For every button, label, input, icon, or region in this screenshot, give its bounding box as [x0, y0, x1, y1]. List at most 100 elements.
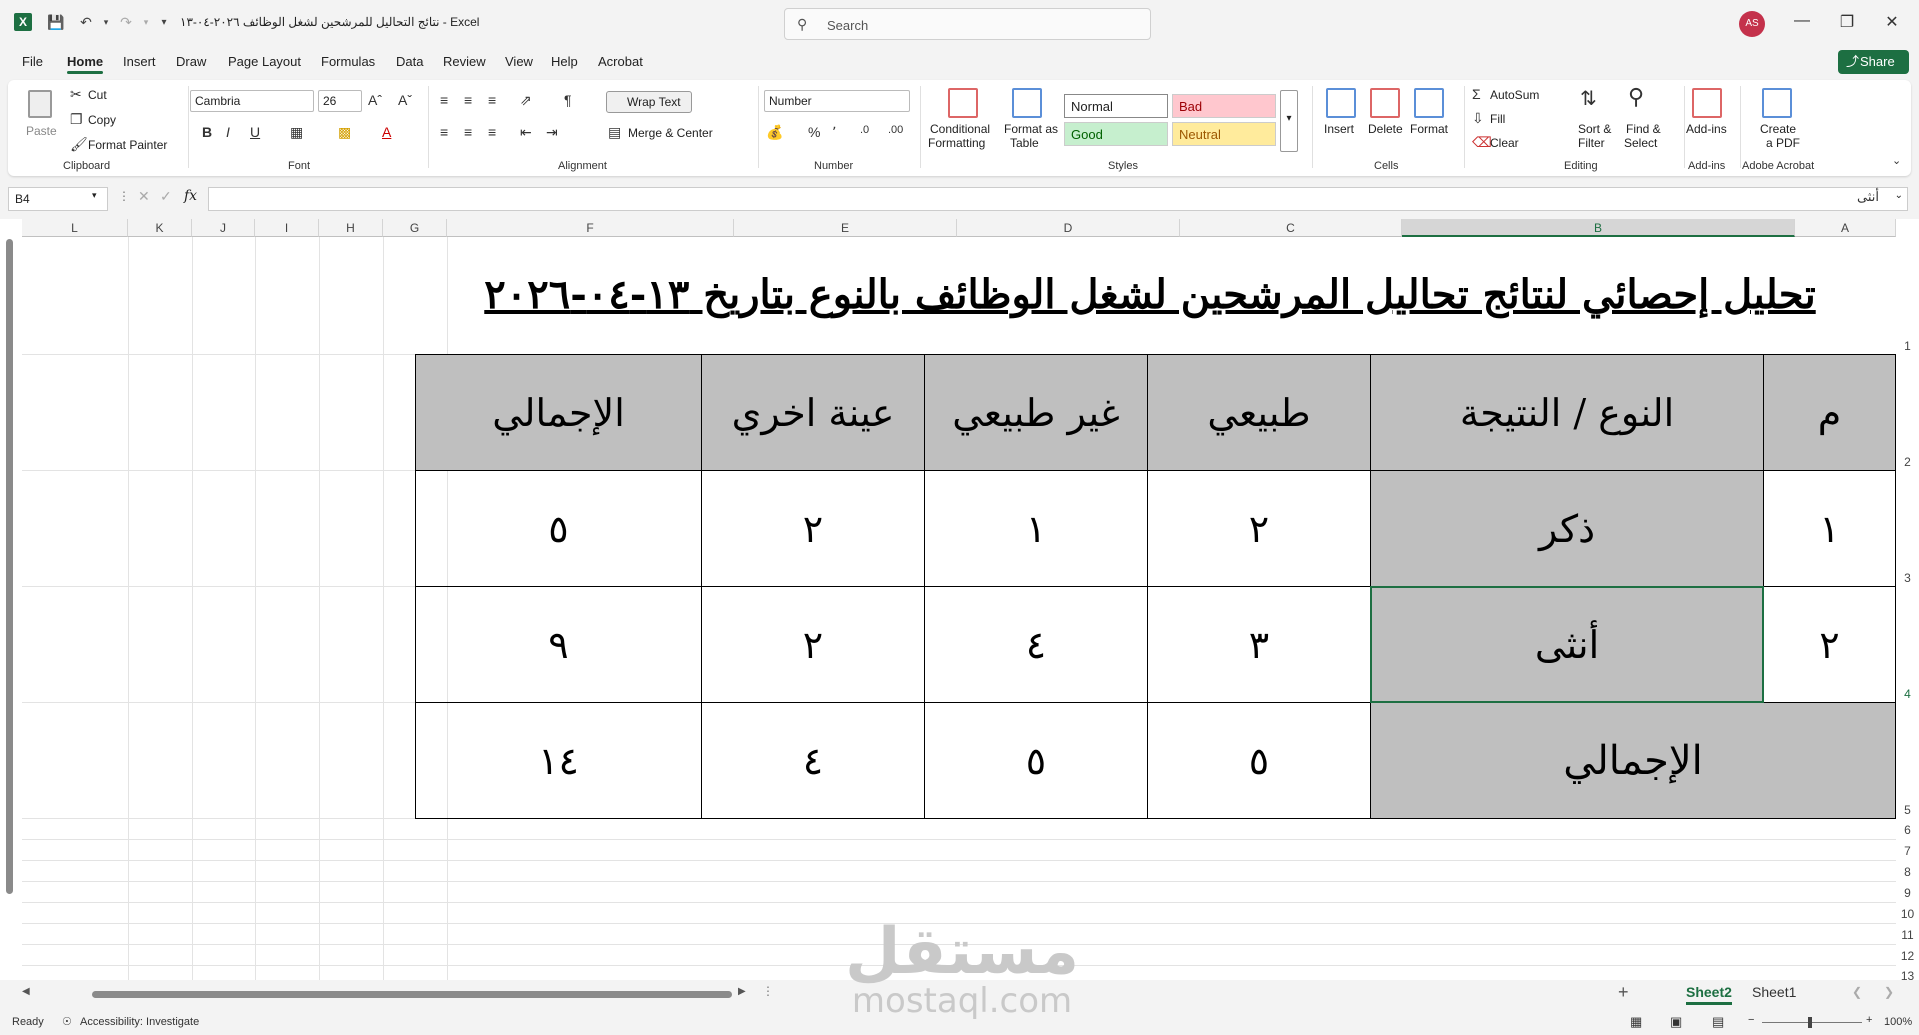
- style-neutral[interactable]: Neutral: [1172, 122, 1276, 146]
- column-header-l[interactable]: L: [22, 219, 128, 237]
- create-pdf-button-line2[interactable]: a PDF: [1766, 136, 1800, 150]
- clear-button[interactable]: Clear: [1490, 136, 1519, 150]
- row2-cell-f[interactable]: ٩: [415, 586, 702, 703]
- create-pdf-icon[interactable]: [1762, 88, 1792, 118]
- column-header-d[interactable]: D: [957, 219, 1180, 237]
- text-direction-icon[interactable]: ¶: [564, 92, 572, 108]
- format-as-table-icon[interactable]: [1012, 88, 1042, 118]
- redo-icon[interactable]: ↷: [116, 12, 136, 32]
- row-header-12[interactable]: 12: [1896, 949, 1919, 963]
- add-ins-button[interactable]: Add-ins: [1686, 122, 1727, 136]
- fill-color-icon[interactable]: ▩: [338, 124, 351, 141]
- align-right-icon[interactable]: ≡: [488, 124, 496, 140]
- row1-cell-e[interactable]: ٢: [701, 470, 925, 587]
- align-left-icon[interactable]: ≡: [440, 124, 448, 140]
- redo-dropdown-icon[interactable]: ▾: [136, 12, 156, 32]
- zoom-in-icon[interactable]: +: [1866, 1014, 1872, 1026]
- delete-cells-icon[interactable]: [1370, 88, 1400, 118]
- row1-cell-a[interactable]: ١: [1763, 470, 1896, 587]
- paste-button[interactable]: Paste: [18, 86, 62, 156]
- tab-home[interactable]: Home: [67, 54, 104, 74]
- row1-cell-f[interactable]: ٥: [415, 470, 702, 587]
- zoom-level[interactable]: 100%: [1884, 1016, 1912, 1028]
- merge-center-icon[interactable]: ▤: [608, 124, 621, 141]
- zoom-slider[interactable]: [1762, 1022, 1862, 1023]
- formula-input[interactable]: [208, 187, 1908, 211]
- row1-cell-c[interactable]: ٢: [1147, 470, 1371, 587]
- zoom-slider-thumb[interactable]: [1808, 1017, 1812, 1028]
- conditional-formatting-button[interactable]: Conditional: [930, 122, 990, 136]
- tab-acrobat[interactable]: Acrobat: [598, 54, 643, 69]
- scroll-left-icon[interactable]: ◀: [22, 986, 30, 997]
- undo-icon[interactable]: ↶: [76, 12, 96, 32]
- create-pdf-button[interactable]: Create: [1760, 122, 1796, 136]
- page-layout-view-icon[interactable]: ▣: [1670, 1014, 1682, 1030]
- increase-indent-icon[interactable]: ⇥: [546, 124, 558, 141]
- borders-icon[interactable]: ▦: [290, 124, 303, 141]
- decrease-decimal-icon[interactable]: .00: [888, 124, 903, 136]
- total-label-cell[interactable]: الإجمالي: [1370, 702, 1896, 819]
- row-header-2[interactable]: 2: [1896, 455, 1919, 469]
- zoom-out-icon[interactable]: −: [1748, 1014, 1754, 1026]
- vertical-scrollbar[interactable]: [6, 239, 13, 894]
- font-color-icon[interactable]: A: [382, 124, 391, 140]
- increase-decimal-icon[interactable]: .0: [860, 124, 869, 136]
- column-header-g[interactable]: G: [383, 219, 447, 237]
- column-header-i[interactable]: I: [255, 219, 319, 237]
- column-header-h[interactable]: H: [319, 219, 383, 237]
- decrease-font-icon[interactable]: Aˇ: [398, 92, 412, 108]
- tab-help[interactable]: Help: [551, 54, 578, 69]
- row2-cell-d[interactable]: ٤: [924, 586, 1148, 703]
- close-icon[interactable]: ✕: [1880, 12, 1904, 34]
- customize-qat-icon[interactable]: ▾: [154, 12, 174, 32]
- column-header-k[interactable]: K: [128, 219, 192, 237]
- add-sheet-icon[interactable]: +: [1618, 982, 1629, 1003]
- row2-cell-e[interactable]: ٢: [701, 586, 925, 703]
- undo-dropdown-icon[interactable]: ▾: [96, 12, 116, 32]
- column-header-j[interactable]: J: [192, 219, 255, 237]
- align-bottom-icon[interactable]: ≡: [488, 92, 496, 108]
- row-header-1[interactable]: 1: [1896, 339, 1919, 353]
- font-name-select[interactable]: Cambria: [190, 90, 314, 112]
- conditional-formatting-icon[interactable]: [948, 88, 978, 118]
- avatar[interactable]: AS: [1739, 11, 1765, 37]
- next-sheet-icon[interactable]: ❯: [1884, 985, 1894, 999]
- expand-formula-icon[interactable]: ⌄: [1895, 190, 1903, 201]
- row2-cell-b[interactable]: أنثى: [1370, 586, 1764, 703]
- column-header-e[interactable]: E: [734, 219, 957, 237]
- format-as-table-button[interactable]: Format as: [1004, 122, 1058, 136]
- cut-icon[interactable]: ✂: [70, 86, 82, 103]
- row2-cell-a[interactable]: ٢: [1763, 586, 1896, 703]
- style-good[interactable]: Good: [1064, 122, 1168, 146]
- total-cell-e[interactable]: ٤: [701, 702, 925, 819]
- accounting-format-icon[interactable]: 💰: [766, 124, 783, 141]
- format-painter-icon[interactable]: 🖌: [70, 136, 88, 153]
- tab-draw[interactable]: Draw: [176, 54, 206, 69]
- row-header-11[interactable]: 11: [1896, 928, 1919, 942]
- merge-center-button[interactable]: Merge & Center: [628, 126, 713, 140]
- scroll-right-icon[interactable]: ▶: [738, 986, 746, 997]
- header-cell-a[interactable]: م: [1763, 354, 1896, 471]
- add-ins-icon[interactable]: [1692, 88, 1722, 118]
- minimize-icon[interactable]: —: [1790, 12, 1814, 34]
- collapse-ribbon-icon[interactable]: ⌄: [1892, 154, 1901, 167]
- percent-icon[interactable]: %: [808, 124, 820, 140]
- tab-formulas[interactable]: Formulas: [321, 54, 375, 69]
- insert-cells-button[interactable]: Insert: [1324, 122, 1354, 136]
- restore-icon[interactable]: ❐: [1835, 12, 1859, 34]
- tab-file[interactable]: File: [22, 54, 43, 69]
- align-center-icon[interactable]: ≡: [464, 124, 472, 140]
- column-header-a[interactable]: A: [1795, 219, 1896, 237]
- page-break-view-icon[interactable]: ▤: [1712, 1014, 1724, 1030]
- bold-icon[interactable]: B: [202, 124, 212, 140]
- header-cell-f[interactable]: الإجمالي: [415, 354, 702, 471]
- horizontal-scrollbar[interactable]: [92, 991, 732, 998]
- fill-button[interactable]: Fill: [1490, 112, 1505, 126]
- sort-filter-button[interactable]: Sort &: [1578, 122, 1611, 136]
- tab-page-layout[interactable]: Page Layout: [228, 54, 301, 69]
- format-as-table-button-line2[interactable]: Table: [1010, 136, 1039, 150]
- row-header-8[interactable]: 8: [1896, 865, 1919, 879]
- conditional-formatting-button-line2[interactable]: Formatting: [928, 136, 985, 150]
- increase-font-icon[interactable]: Aˆ: [368, 92, 382, 108]
- worksheet-grid[interactable]: L K J I H G F E D C B A 1 2 3 4 5 6 7 8 …: [0, 219, 1919, 1003]
